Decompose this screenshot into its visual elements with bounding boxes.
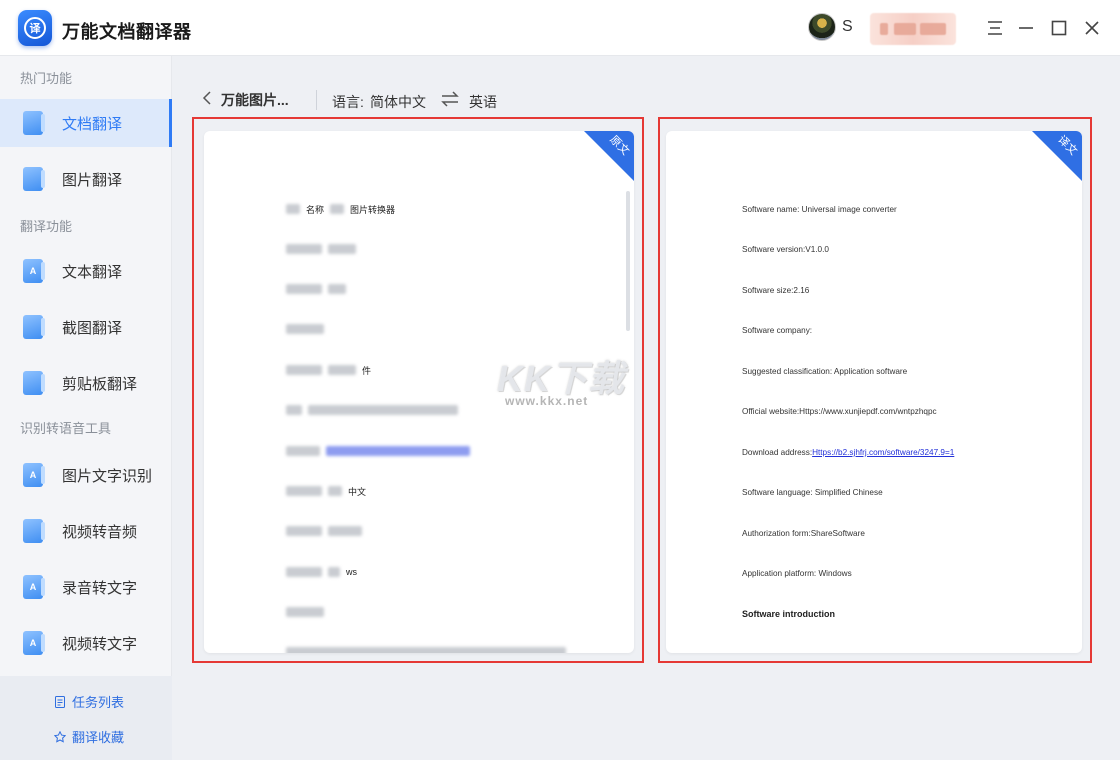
section-label-hot: 热门功能 [20, 71, 73, 86]
ocr-icon: A [23, 463, 45, 487]
document-name: 万能图片... [221, 92, 289, 108]
toolbar-divider [316, 90, 317, 110]
sidebar-item-label: 剪贴板翻译 [62, 375, 138, 393]
target-language-select[interactable]: 英语 [469, 92, 497, 112]
original-line [286, 606, 324, 618]
menu-icon[interactable] [983, 16, 1007, 40]
user-avatar[interactable] [808, 13, 836, 41]
sidebar-item-label: 文档翻译 [62, 115, 123, 133]
original-line [286, 243, 356, 255]
back-icon[interactable] [200, 90, 214, 106]
translated-line: Software size:2.16 [742, 286, 810, 295]
sidebar-item-screenshot-translate[interactable]: 截图翻译 [0, 303, 172, 351]
sidebar-item-document-translate[interactable]: 文档翻译 [0, 99, 172, 147]
sidebar-footer: 任务列表 翻译收藏 [0, 676, 172, 760]
download-link[interactable]: Https://b2.sjhfrj.com/software/3247.9=1 [812, 448, 954, 457]
original-line [286, 283, 346, 295]
original-line: 名称 图片转换器 [286, 203, 395, 215]
section-label-tools: 识别转语音工具 [20, 421, 112, 436]
logo-glyph: 译 [24, 17, 46, 39]
sidebar-item-image-translate[interactable]: 图片翻译 [0, 155, 172, 203]
original-line [286, 525, 362, 537]
translated-line: Authorization form:ShareSoftware [742, 529, 865, 538]
sidebar-item-video-to-audio[interactable]: 视频转音频 [0, 507, 172, 555]
app-logo-icon: 译 [18, 10, 52, 46]
video-text-icon: A [23, 631, 45, 655]
original-line [286, 323, 324, 335]
sidebar-item-ocr[interactable]: A 图片文字识别 [0, 451, 172, 499]
original-document-panel: 原文 名称 图片转换器 件 中文 ws [192, 117, 644, 663]
translated-line: Application platform: Windows [742, 569, 852, 578]
voice-text-icon: A [23, 575, 45, 599]
minimize-icon[interactable] [1014, 16, 1038, 40]
vip-badge[interactable] [870, 13, 956, 45]
translated-line: Official website:Https://www.xunjiepdf.c… [742, 407, 937, 416]
username[interactable]: S [842, 18, 853, 36]
source-language-select[interactable]: 简体中文 [370, 92, 426, 112]
swap-languages-icon[interactable] [440, 90, 460, 108]
sidebar-item-label: 文本翻译 [62, 263, 123, 281]
favorites-link[interactable]: 翻译收藏 [54, 727, 124, 746]
sidebar-item-clipboard-translate[interactable]: 剪贴板翻译 [0, 359, 172, 407]
original-line: ws [286, 566, 357, 578]
translated-document-panel: 译文 Software name: Universal image conver… [658, 117, 1092, 663]
translated-heading: Software introduction [742, 609, 835, 619]
document-toolbar: 万能图片... 语言: 简体中文 英语 [172, 56, 1120, 116]
title-bar: 译 万能文档翻译器 S [0, 0, 1120, 56]
translated-line: Suggested classification: Application so… [742, 367, 908, 376]
translated-line: Software language: Simplified Chinese [742, 488, 883, 497]
clipboard-icon [23, 371, 45, 395]
sidebar-item-label: 视频转文字 [62, 635, 138, 653]
star-icon [54, 730, 66, 743]
translated-document-page[interactable]: 译文 Software name: Universal image conver… [666, 131, 1082, 653]
text-icon: A [23, 259, 45, 283]
sidebar-item-voice-to-text[interactable]: A 录音转文字 [0, 563, 172, 611]
close-icon[interactable] [1080, 16, 1104, 40]
translated-line: Software company: [742, 326, 813, 335]
screenshot-icon [23, 315, 45, 339]
original-line: 中文 [286, 485, 366, 497]
sidebar-item-label: 图片文字识别 [62, 467, 153, 485]
sidebar-item-video-to-text[interactable]: A 视频转文字 [0, 619, 172, 667]
original-line [286, 646, 566, 653]
maximize-icon[interactable] [1047, 16, 1071, 40]
document-icon [23, 111, 45, 135]
translated-line: Software name: Universal image converter [742, 205, 897, 214]
sidebar-item-label: 截图翻译 [62, 319, 123, 337]
original-line: 件 [286, 364, 371, 376]
translated-line: Software version:V1.0.0 [742, 245, 829, 254]
original-line [286, 445, 470, 457]
sidebar-item-label: 视频转音频 [62, 523, 138, 541]
image-icon [23, 167, 45, 191]
original-document-page[interactable]: 原文 名称 图片转换器 件 中文 ws [204, 131, 634, 653]
translated-line-download: Download address:Https://b2.sjhfrj.com/s… [742, 448, 955, 457]
original-line [286, 404, 458, 416]
sidebar-item-text-translate[interactable]: A 文本翻译 [0, 247, 172, 295]
sidebar: 热门功能 文档翻译 图片翻译 翻译功能 A 文本翻译 截图翻译 剪贴板翻译 识别… [0, 56, 172, 760]
section-label-translate: 翻译功能 [20, 219, 73, 234]
app-title: 万能文档翻译器 [62, 22, 192, 42]
original-scrollbar[interactable] [626, 191, 630, 331]
list-icon [55, 695, 65, 708]
task-list-link[interactable]: 任务列表 [54, 692, 124, 711]
video-audio-icon [23, 519, 45, 543]
sidebar-item-label: 录音转文字 [62, 579, 138, 597]
language-label: 语言: [332, 94, 364, 110]
sidebar-item-label: 图片翻译 [62, 171, 123, 189]
